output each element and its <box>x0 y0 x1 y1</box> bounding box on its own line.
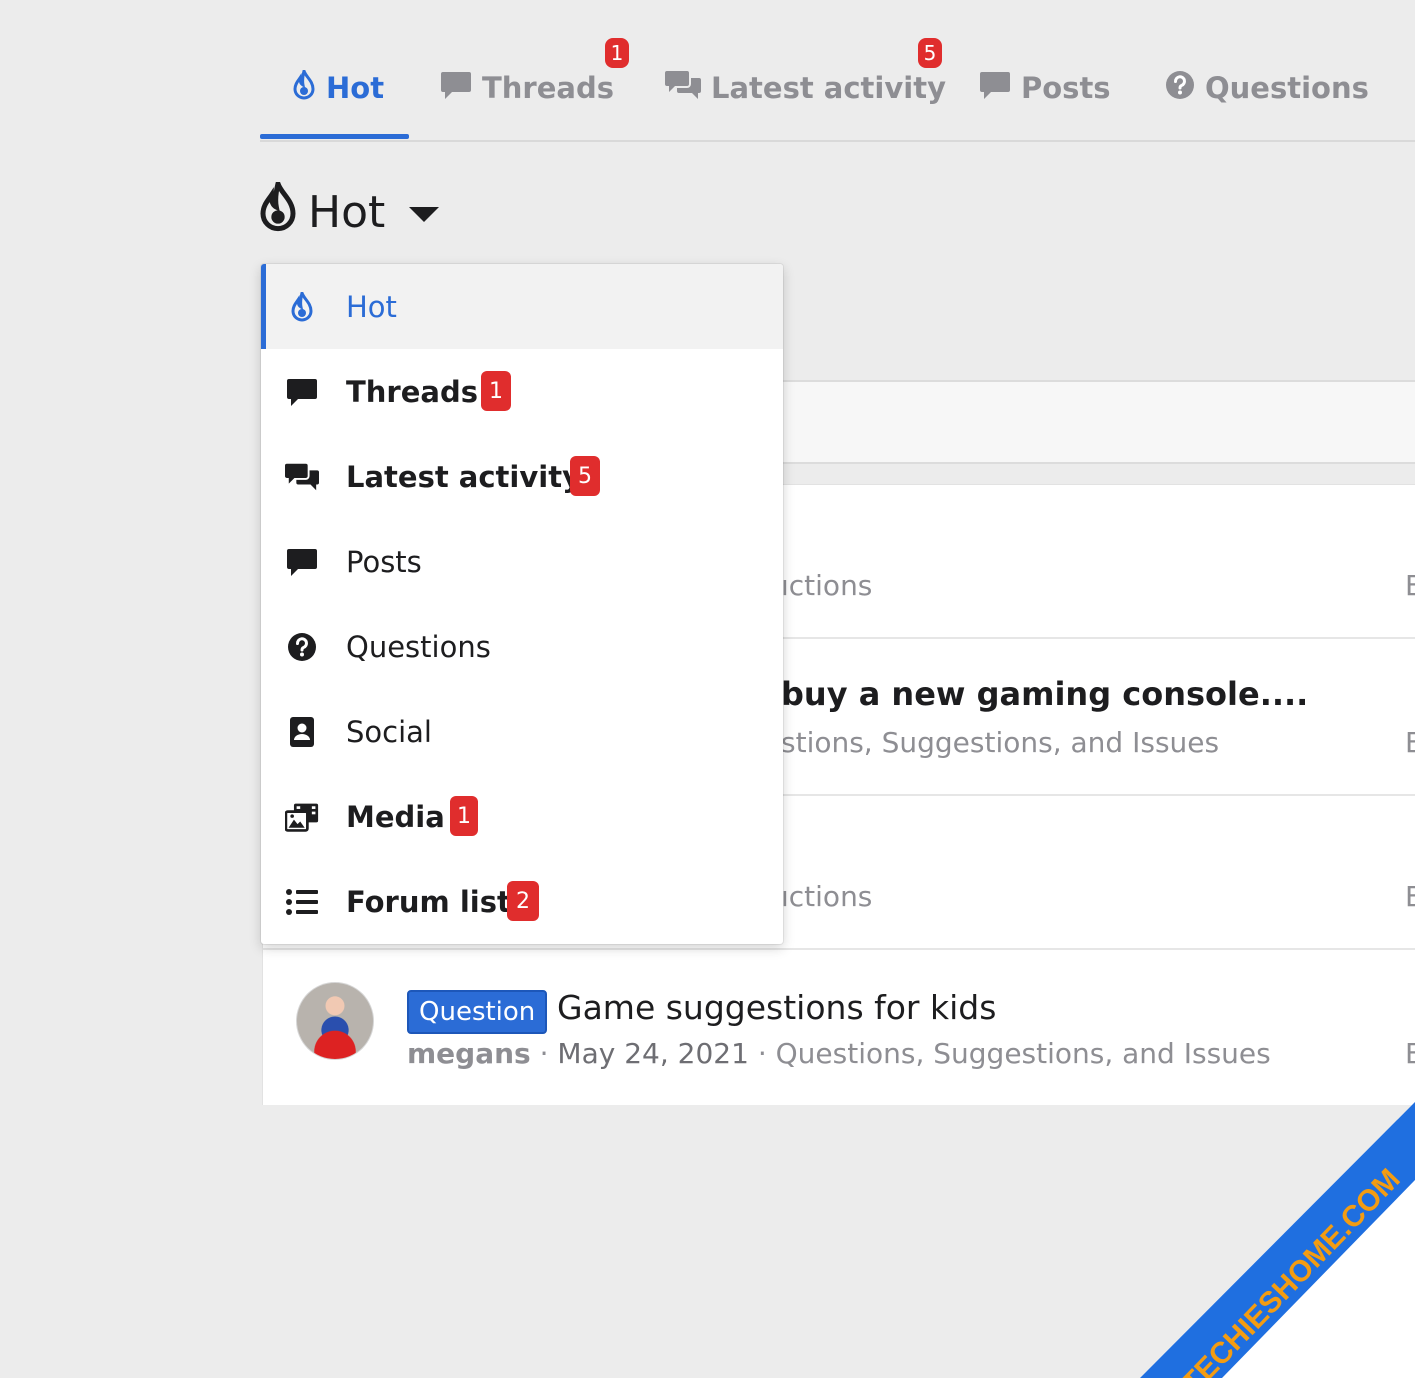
separator: · <box>539 1037 549 1070</box>
list-icon <box>285 885 319 919</box>
comments-icon <box>665 69 701 108</box>
question-circle-icon <box>1165 70 1195 107</box>
tab-label: Hot <box>326 71 385 105</box>
row-meta: ıctions <box>781 569 873 602</box>
row-edge-text: E <box>1405 569 1415 602</box>
menu-item-badge: 2 <box>507 881 539 921</box>
menu-item-social[interactable]: Social <box>261 689 783 774</box>
question-circle-icon <box>285 630 319 664</box>
menu-item-label: Threads <box>346 374 478 409</box>
tab-label: Posts <box>1021 71 1111 105</box>
tab-threads[interactable]: Threads <box>440 68 614 108</box>
threads-badge: 1 <box>605 38 629 68</box>
avatar[interactable] <box>297 983 373 1059</box>
photo-video-icon <box>285 800 319 834</box>
thread-meta: megans · May 24, 2021 · Questions, Sugge… <box>407 1037 1271 1070</box>
row-title[interactable]: buy a new gaming console.... <box>781 675 1308 713</box>
row-edge-text: E <box>1405 1037 1415 1070</box>
menu-item-label: Media <box>346 799 445 834</box>
menu-item-label: Posts <box>346 544 422 579</box>
tab-hot[interactable]: Hot <box>292 65 385 108</box>
menu-item-label: Forum list <box>346 884 511 919</box>
tab-label: Threads <box>482 71 614 105</box>
menu-item-label: Hot <box>346 289 397 324</box>
comment-icon <box>979 70 1011 107</box>
flame-icon <box>258 174 298 243</box>
menu-item-label: Social <box>346 714 432 749</box>
list-filter-bar <box>783 380 1415 464</box>
menu-item-media[interactable]: Media 1 <box>261 774 783 859</box>
tab-label: Questions <box>1205 71 1369 105</box>
comments-icon <box>285 460 319 494</box>
latest-activity-badge: 5 <box>918 38 942 68</box>
watermark-logo: TECHIESHOME.COM <box>1140 1102 1415 1378</box>
row-meta: ıctions <box>781 880 873 913</box>
thread-date[interactable]: May 24, 2021 <box>557 1037 748 1070</box>
separator: · <box>757 1037 767 1070</box>
menu-item-forum-list[interactable]: Forum list 2 <box>261 859 783 944</box>
address-card-icon <box>285 715 319 749</box>
row-edge-text: E <box>1405 880 1415 913</box>
active-tab-indicator <box>260 134 409 139</box>
menu-item-badge: 1 <box>481 371 511 411</box>
flame-icon <box>292 65 316 107</box>
section-filter-toggle[interactable]: Hot <box>258 174 440 243</box>
tab-posts[interactable]: Posts <box>979 68 1111 108</box>
menu-item-label: Latest activity <box>346 459 581 494</box>
menu-item-label: Questions <box>346 629 491 664</box>
thread-title[interactable]: Game suggestions for kids <box>557 988 996 1027</box>
question-label-badge: Question <box>407 990 548 1034</box>
row-divider <box>263 948 1415 950</box>
comment-icon <box>285 545 319 579</box>
menu-item-latest-activity[interactable]: Latest activity 5 <box>261 434 783 519</box>
thread-forum[interactable]: Questions, Suggestions, and Issues <box>776 1037 1271 1070</box>
row-meta: stions, Suggestions, and Issues <box>781 726 1220 759</box>
menu-item-questions[interactable]: Questions <box>261 604 783 689</box>
tab-questions[interactable]: Questions <box>1165 68 1369 108</box>
comment-icon <box>440 70 472 107</box>
thread-author[interactable]: megans <box>407 1037 531 1070</box>
menu-item-threads[interactable]: Threads 1 <box>261 349 783 434</box>
tab-label: Latest activity <box>711 71 946 105</box>
tab-latest-activity[interactable]: Latest activity <box>665 68 946 108</box>
flame-icon <box>285 290 319 324</box>
row-edge-text: E <box>1405 726 1415 759</box>
menu-item-posts[interactable]: Posts <box>261 519 783 604</box>
menu-item-badge: 5 <box>570 456 600 496</box>
caret-down-icon <box>409 206 440 222</box>
menu-item-hot[interactable]: Hot <box>261 264 783 349</box>
section-title: Hot <box>308 186 386 238</box>
menu-item-badge: 1 <box>450 796 478 836</box>
section-dropdown-menu: Hot Threads 1 Latest activity 5 Posts Qu… <box>261 264 783 944</box>
active-indicator <box>261 264 266 349</box>
comment-icon <box>285 375 319 409</box>
